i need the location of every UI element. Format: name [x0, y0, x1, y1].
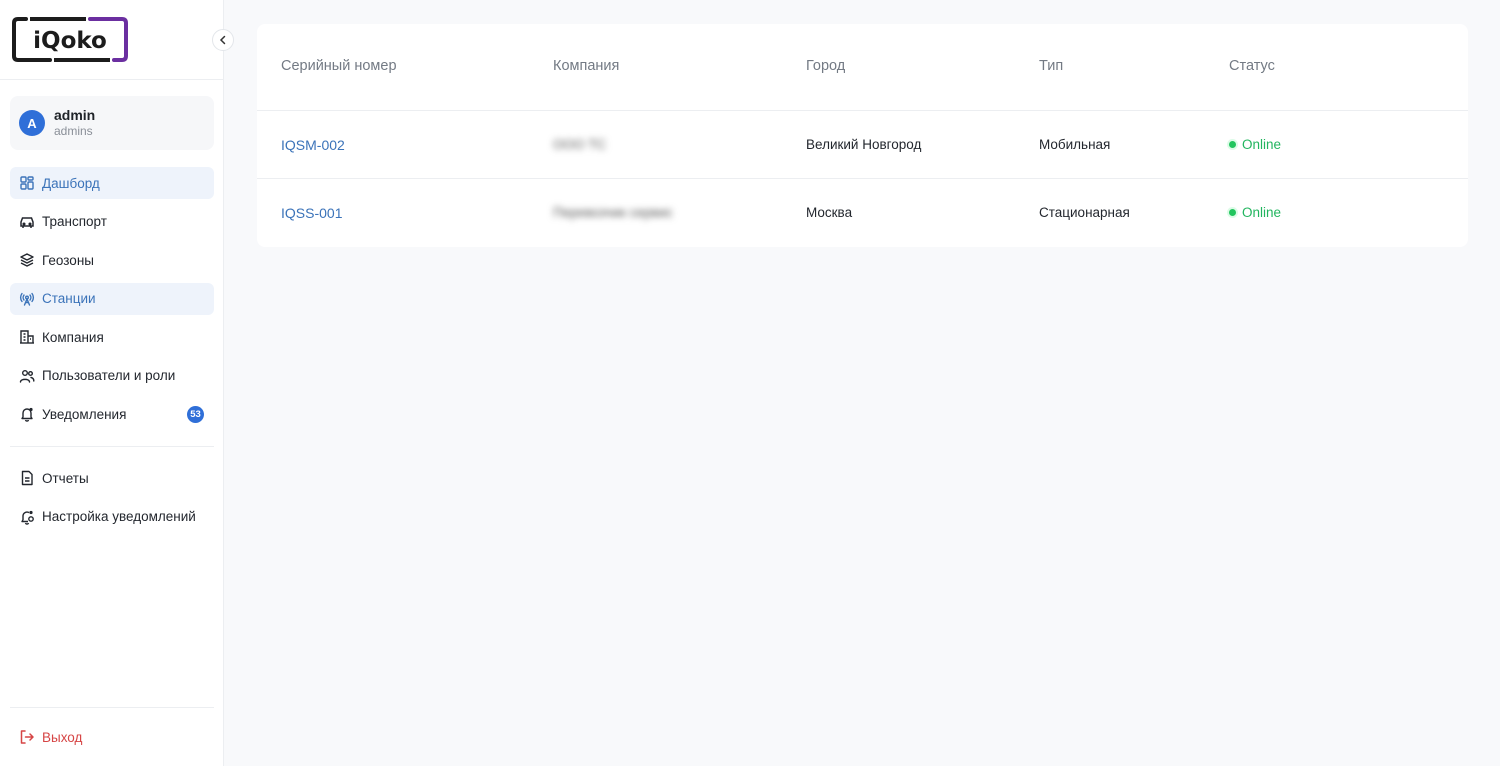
serial-link[interactable]: IQSM-002: [281, 137, 345, 153]
status-badge: Online: [1229, 205, 1281, 220]
document-icon: [21, 470, 33, 486]
logout-label: Выход: [42, 729, 83, 745]
sidebar-item-label: Уведомления: [42, 406, 127, 422]
sidebar-item-label: Отчеты: [42, 470, 89, 486]
layers-icon: [20, 253, 34, 267]
logo-area: iQoko: [0, 0, 223, 80]
column-header-status[interactable]: Статус: [1229, 58, 1275, 74]
status-badge: Online: [1229, 137, 1281, 152]
company-cell: ООО ТС: [553, 137, 607, 152]
sidebar-collapse-button[interactable]: [212, 29, 234, 51]
sidebar: iQoko A admin admins Дашборд Транспорт Г…: [0, 0, 234, 766]
status-text: Online: [1242, 137, 1282, 152]
sidebar-item-reports[interactable]: Отчеты: [10, 462, 214, 494]
building-icon: [20, 330, 34, 344]
users-icon: [19, 369, 35, 383]
nav-divider: [10, 707, 214, 708]
nav-divider: [10, 446, 214, 447]
type-cell: Мобильная: [1039, 137, 1111, 152]
bell-settings-icon: [21, 510, 34, 525]
notifications-badge: 53: [187, 406, 204, 423]
dashboard-icon: [20, 176, 34, 190]
sidebar-item-users[interactable]: Пользователи и роли: [10, 360, 214, 392]
sidebar-item-geozones[interactable]: Геозоны: [10, 244, 214, 276]
chevron-left-icon: [219, 35, 226, 45]
sidebar-item-stations[interactable]: Станции: [10, 282, 214, 315]
online-dot-icon: [1229, 209, 1236, 216]
status-text: Online: [1242, 205, 1282, 220]
bell-icon: [21, 407, 33, 422]
logout-icon: [20, 730, 34, 744]
company-cell: Перевозчик сервис: [553, 205, 673, 220]
sidebar-item-label: Станции: [42, 291, 96, 306]
user-role: admins: [54, 124, 93, 138]
column-header-serial[interactable]: Серийный номер: [281, 58, 397, 74]
car-icon: [20, 216, 34, 228]
sidebar-item-label: Транспорт: [42, 214, 107, 229]
sidebar-item-label: Компания: [42, 329, 104, 345]
online-dot-icon: [1229, 141, 1236, 148]
main-nav: Дашборд Транспорт Геозоны Станции Компан…: [10, 167, 214, 437]
user-card[interactable]: A admin admins: [10, 96, 214, 150]
logout-button[interactable]: Выход: [10, 721, 214, 753]
stations-table: Серийный номер Компания Город Тип Статус…: [257, 24, 1468, 247]
sidebar-item-transport[interactable]: Транспорт: [10, 206, 214, 238]
secondary-nav: Отчеты Настройка уведомлений: [10, 462, 214, 539]
sidebar-item-dashboard[interactable]: Дашборд: [10, 167, 214, 199]
sidebar-item-label: Геозоны: [42, 252, 94, 268]
sidebar-item-label: Настройка уведомлений: [42, 509, 196, 524]
city-cell: Великий Новгород: [806, 137, 922, 152]
table-row[interactable]: IQSS-001 Перевозчик сервис Москва Стацио…: [257, 179, 1468, 247]
iqoko-logo[interactable]: iQoko: [12, 16, 128, 63]
avatar: A: [19, 110, 45, 136]
table-row[interactable]: IQSM-002 ООО ТС Великий Новгород Мобильн…: [257, 111, 1468, 179]
sidebar-item-notifications[interactable]: Уведомления 53: [10, 398, 214, 430]
type-cell: Стационарная: [1039, 205, 1130, 220]
column-header-company[interactable]: Компания: [553, 58, 619, 74]
serial-link[interactable]: IQSS-001: [281, 205, 342, 221]
column-header-city[interactable]: Город: [806, 58, 845, 74]
column-header-type[interactable]: Тип: [1039, 58, 1063, 74]
sidebar-item-company[interactable]: Компания: [10, 321, 214, 353]
table-header: Серийный номер Компания Город Тип Статус: [257, 24, 1468, 111]
antenna-icon: [19, 292, 35, 306]
user-name: admin: [54, 107, 96, 123]
sidebar-item-label: Пользователи и роли: [42, 368, 176, 383]
sidebar-item-notification-settings[interactable]: Настройка уведомлений: [10, 501, 214, 533]
city-cell: Москва: [806, 205, 853, 220]
logo-text: iQoko: [33, 28, 107, 54]
sidebar-item-label: Дашборд: [42, 175, 100, 191]
